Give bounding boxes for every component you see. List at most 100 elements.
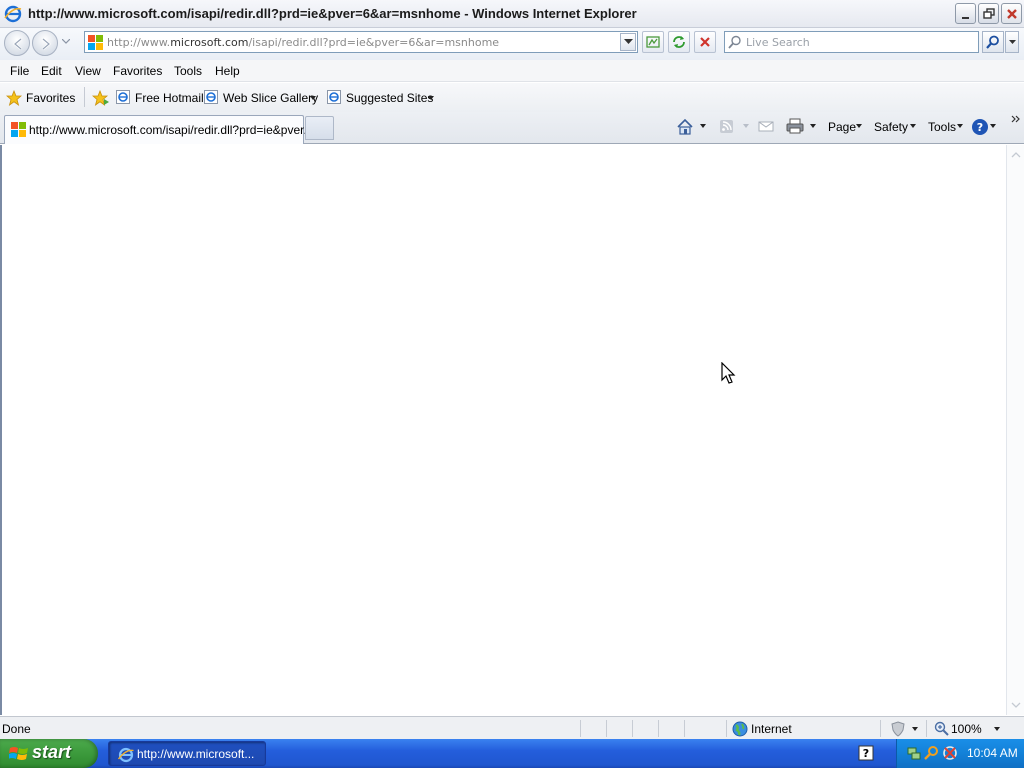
internet-zone-globe-icon <box>732 721 748 737</box>
window-title: http://www.microsoft.com/isapi/redir.dll… <box>28 6 637 21</box>
tab-active[interactable]: http://www.microsoft.com/isapi/redir.dll… <box>4 115 313 144</box>
add-to-favorites-bar-icon[interactable] <box>92 90 110 106</box>
tab-row: http://www.microsoft.com/isapi/redir.dll… <box>0 112 1024 144</box>
divider <box>880 720 881 737</box>
close-button[interactable] <box>1001 3 1022 24</box>
fav-link-free-hotmail[interactable]: Free Hotmail <box>135 91 204 105</box>
menu-tools[interactable]: Tools <box>174 64 202 78</box>
new-tab-button[interactable] <box>305 116 334 140</box>
vertical-scrollbar[interactable] <box>1006 145 1024 715</box>
chevron-down-icon[interactable] <box>957 124 963 128</box>
scroll-down-icon[interactable] <box>1011 701 1021 709</box>
tab-title: http://www.microsoft.com/isapi/redir.dll… <box>29 123 314 137</box>
taskbar-item-ie[interactable]: http://www.microsoft... <box>108 741 266 766</box>
security-alert-icon[interactable] <box>942 745 958 761</box>
feeds-icon[interactable] <box>719 118 735 134</box>
divider <box>726 720 727 737</box>
menu-help[interactable]: Help <box>215 64 240 78</box>
search-button[interactable] <box>982 31 1004 53</box>
chevron-down-icon[interactable] <box>994 727 1000 731</box>
ie-page-icon <box>116 90 130 104</box>
menu-favorites[interactable]: Favorites <box>113 64 162 78</box>
clock[interactable]: 10:04 AM <box>967 746 1018 760</box>
address-bar[interactable]: http://www.microsoft.com/isapi/redir.dll… <box>84 31 638 53</box>
svg-text:?: ? <box>863 747 869 760</box>
chevron-right-double-icon[interactable] <box>1011 114 1021 124</box>
fav-link-suggested-sites[interactable]: Suggested Sites <box>346 91 433 105</box>
home-icon[interactable] <box>676 118 694 136</box>
recent-pages-dropdown-icon[interactable] <box>62 39 70 45</box>
compatibility-view-button[interactable] <box>642 31 664 53</box>
zoom-icon[interactable] <box>934 721 949 736</box>
ie-page-icon <box>327 90 341 104</box>
microsoft-logo-icon <box>88 35 103 50</box>
search-icon <box>986 35 999 49</box>
menu-bar: File Edit View Favorites Tools Help <box>0 60 1024 82</box>
back-button[interactable] <box>4 30 30 56</box>
chevron-down-icon[interactable] <box>856 124 862 128</box>
chevron-down-icon[interactable] <box>990 124 996 128</box>
compatibility-view-icon <box>646 36 660 48</box>
address-dropdown-button[interactable] <box>620 33 636 51</box>
status-bar: Done Internet 100% <box>0 716 1024 739</box>
chevron-down-icon[interactable] <box>428 96 434 100</box>
fav-link-web-slice-gallery[interactable]: Web Slice Gallery <box>223 91 318 105</box>
forward-arrow-icon <box>42 38 52 50</box>
refresh-button[interactable] <box>668 31 690 53</box>
help-question-icon[interactable]: ? <box>858 745 874 761</box>
minimize-icon <box>962 17 969 19</box>
search-input[interactable]: Live Search <box>724 31 979 53</box>
svg-text:?: ? <box>977 121 983 134</box>
status-text: Done <box>2 722 31 736</box>
print-icon[interactable] <box>786 118 804 134</box>
page-menu-button[interactable]: Page <box>828 120 856 134</box>
close-icon <box>1007 9 1017 19</box>
scroll-up-icon[interactable] <box>1011 151 1021 159</box>
stop-button[interactable] <box>694 31 716 53</box>
search-options-button[interactable] <box>1005 31 1019 53</box>
taskbar: start http://www.microsoft... ? 10:04 AM <box>0 739 1024 768</box>
restore-button[interactable] <box>978 3 999 24</box>
help-icon[interactable]: ? <box>971 118 989 136</box>
search-icon[interactable] <box>924 745 940 761</box>
favorites-button[interactable]: Favorites <box>26 91 75 105</box>
chevron-down-icon <box>743 124 749 128</box>
minimize-button[interactable] <box>955 3 976 24</box>
network-icon[interactable] <box>906 745 922 761</box>
safety-menu-button[interactable]: Safety <box>874 120 908 134</box>
divider <box>684 720 685 737</box>
restore-icon <box>983 8 995 19</box>
address-text[interactable]: http://www.microsoft.com/isapi/redir.dll… <box>107 36 499 49</box>
menu-view[interactable]: View <box>75 64 101 78</box>
favorites-star-icon[interactable] <box>6 90 22 106</box>
security-zone-label[interactable]: Internet <box>751 722 792 736</box>
chevron-down-icon[interactable] <box>310 96 316 100</box>
search-placeholder: Live Search <box>746 36 810 49</box>
ie-page-icon <box>204 90 218 104</box>
refresh-icon <box>673 36 685 48</box>
divider <box>580 720 581 737</box>
forward-button[interactable] <box>32 30 58 56</box>
chevron-down-icon[interactable] <box>912 727 918 731</box>
tools-menu-button[interactable]: Tools <box>928 120 956 134</box>
mouse-cursor-icon <box>721 362 736 384</box>
mail-icon[interactable] <box>758 118 774 134</box>
start-button[interactable]: start <box>0 739 98 768</box>
ie-icon <box>118 747 134 763</box>
ie-icon <box>4 5 22 23</box>
protected-mode-icon[interactable] <box>890 721 906 737</box>
chevron-down-icon[interactable] <box>700 124 706 128</box>
chevron-down-icon[interactable] <box>810 124 816 128</box>
menu-edit[interactable]: Edit <box>41 64 62 78</box>
chevron-down-icon[interactable] <box>910 124 916 128</box>
page-content[interactable] <box>0 145 1006 715</box>
taskbar-item-label: http://www.microsoft... <box>137 747 255 761</box>
divider <box>658 720 659 737</box>
menu-file[interactable]: File <box>10 64 29 78</box>
divider <box>84 87 85 107</box>
chevron-down-icon <box>624 39 633 44</box>
zoom-level[interactable]: 100% <box>951 722 982 736</box>
stop-icon <box>700 37 710 47</box>
chevron-down-icon <box>1009 40 1016 44</box>
search-icon <box>728 35 741 49</box>
